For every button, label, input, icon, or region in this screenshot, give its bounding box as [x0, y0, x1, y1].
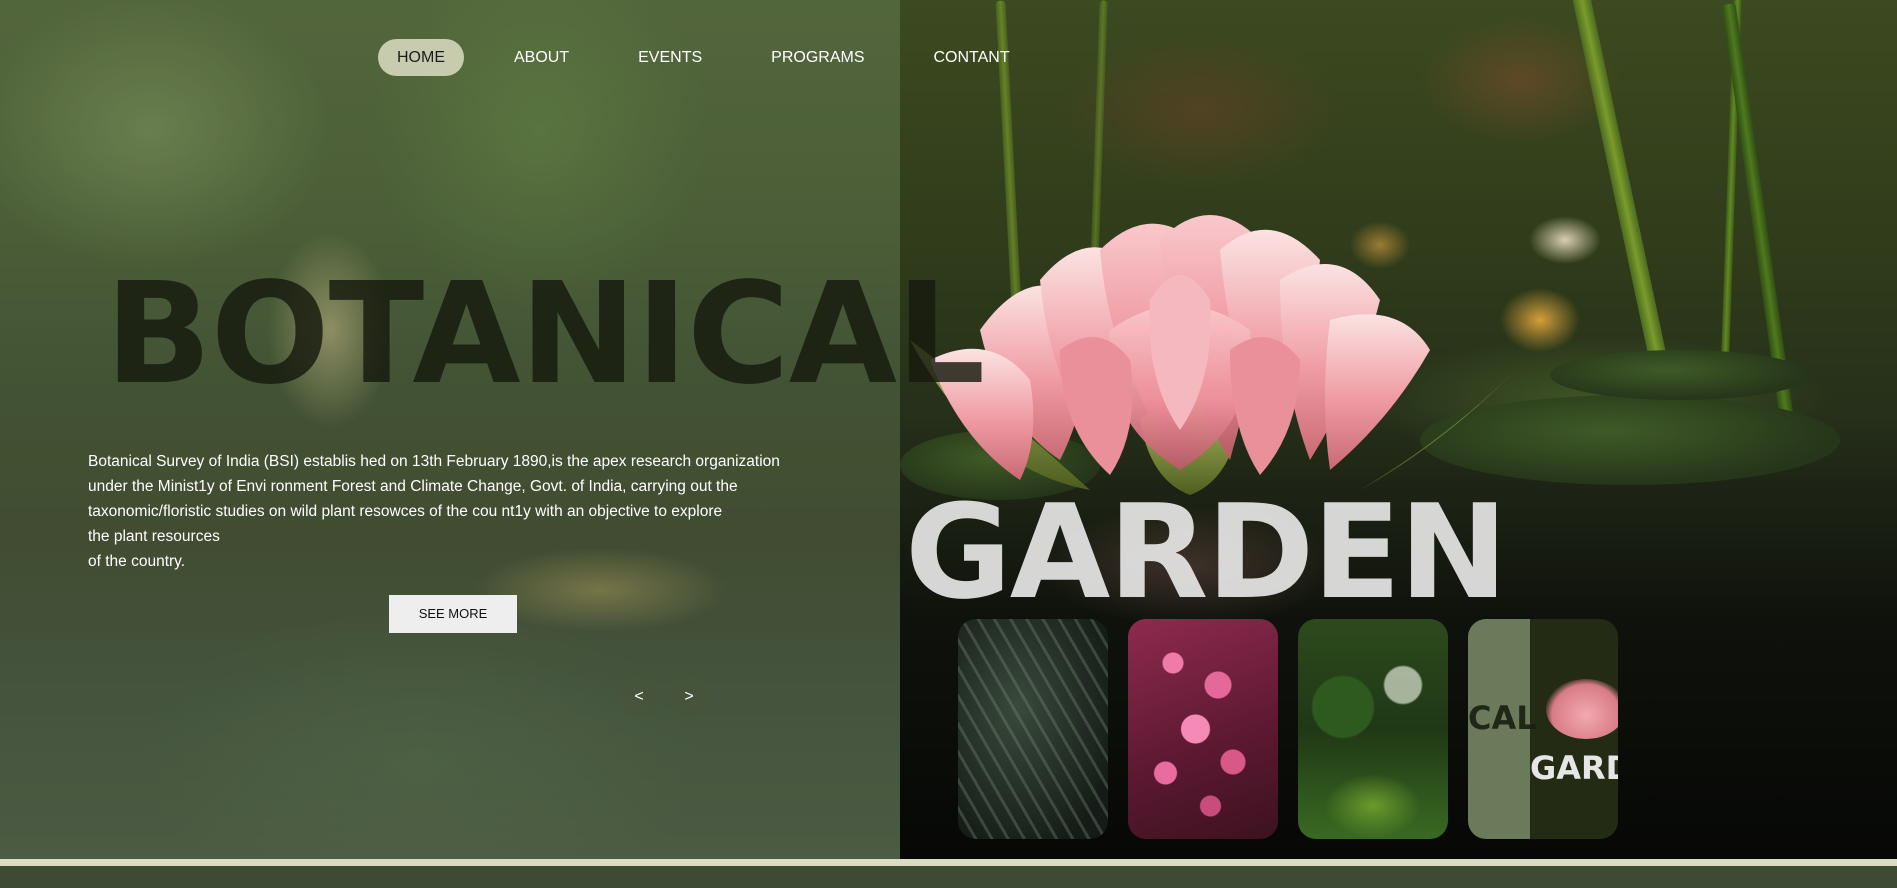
page: HOME ABOUT EVENTS PROGRAMS CONTANT BOTAN… — [0, 0, 1897, 888]
hero-description-line: of the country. — [88, 553, 186, 570]
nav-item-home[interactable]: HOME — [378, 39, 464, 76]
lily-pad — [1420, 395, 1840, 485]
nav-item-events[interactable]: EVENTS — [619, 39, 721, 76]
reed-stem — [1085, 0, 1108, 421]
nav-item-programs[interactable]: PROGRAMS — [752, 39, 883, 76]
lily-pad — [1550, 350, 1810, 400]
nav-item-contant[interactable]: CONTANT — [914, 39, 1028, 76]
feature-title: GARDEN — [905, 476, 1508, 628]
thumbnail-botanical-garden-preview[interactable]: CAL GARD — [1468, 619, 1618, 839]
chevron-left-icon: < — [634, 688, 644, 705]
chevron-right-icon: > — [684, 688, 694, 705]
thumbnail-pink-blossom[interactable] — [1128, 619, 1278, 839]
prev-slide-button[interactable]: < — [619, 677, 659, 717]
next-slide-button[interactable]: > — [669, 677, 709, 717]
thumbnail-caption-2: GARD — [1530, 749, 1618, 787]
hero-description: Botanical Survey of India (BSI) establis… — [88, 449, 828, 574]
hero-description-line: under the Minist1y of Envi ronment Fores… — [88, 478, 738, 495]
hero-title: BOTANICAL — [105, 253, 985, 416]
see-more-button[interactable]: SEE MORE — [389, 595, 517, 633]
hero-description-line: Botanical Survey of India (BSI) establis… — [88, 453, 780, 470]
thumbnail-palm-leaf[interactable] — [958, 619, 1108, 839]
nav-item-about[interactable]: ABOUT — [495, 39, 588, 76]
main-nav: HOME ABOUT EVENTS PROGRAMS CONTANT — [378, 39, 1060, 76]
mini-lotus-image — [1546, 679, 1618, 739]
footer-divider — [0, 859, 1897, 866]
background-overlay — [0, 0, 900, 860]
thumbnail-caption-1: CAL — [1468, 699, 1537, 737]
hero-description-line: the plant resources — [88, 528, 220, 545]
footer-band — [0, 866, 1897, 888]
hero-description-line: taxonomic/floristic studies on wild plan… — [88, 503, 723, 520]
thumbnail-green-garden[interactable] — [1298, 619, 1448, 839]
